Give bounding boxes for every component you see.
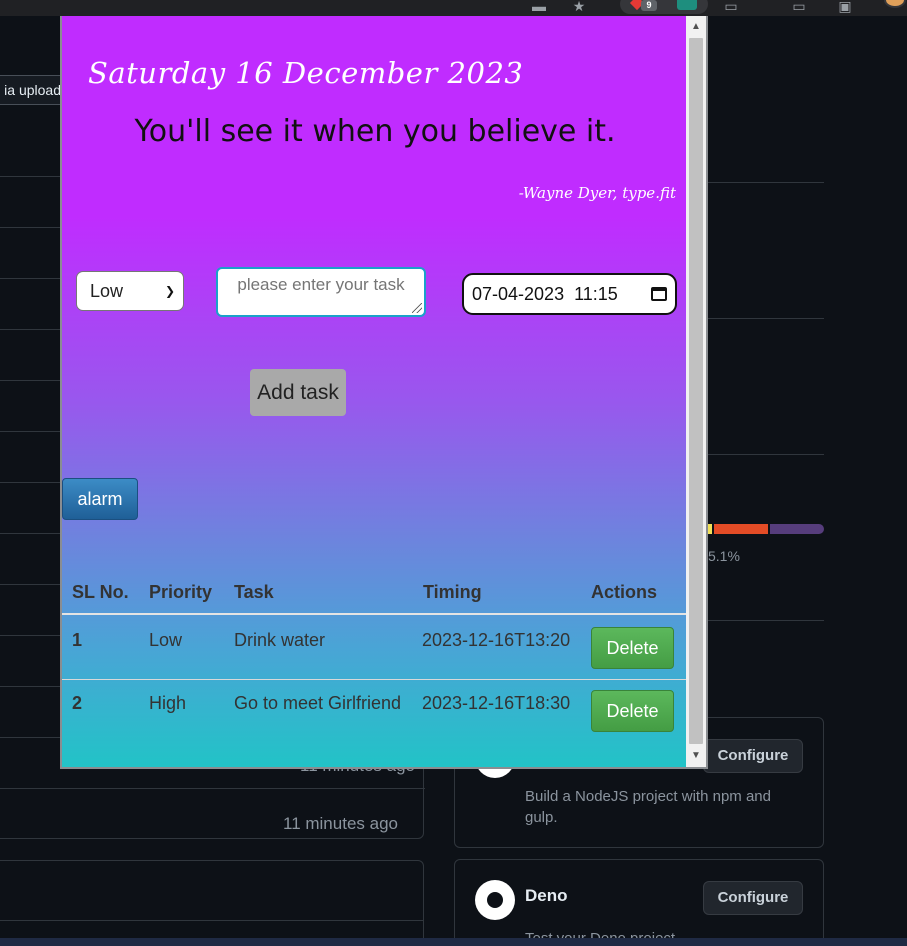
divider (708, 318, 824, 319)
row-divider (62, 679, 688, 680)
row-priority: Low (149, 630, 183, 650)
configure-button[interactable]: Configure (703, 739, 803, 773)
profile-avatar[interactable] (884, 0, 906, 8)
table-header-divider (62, 613, 688, 615)
column-header-timing: Timing (423, 582, 482, 602)
deno-logo-icon (475, 880, 515, 920)
priority-select-value: Low (90, 281, 124, 301)
language-bar (708, 524, 824, 534)
divider (708, 620, 824, 621)
delete-button[interactable]: Delete (591, 690, 674, 732)
tab-search-icon[interactable]: ▭ (722, 0, 740, 13)
extension-badge: 9 (641, 0, 657, 11)
row-timing: 2023-12-16T13:20 (422, 630, 571, 650)
task-input[interactable]: please enter your task (216, 267, 426, 317)
language-segment (714, 524, 768, 534)
scroll-thumb[interactable] (689, 38, 703, 744)
task-input-placeholder: please enter your task (237, 275, 405, 294)
date-heading: Saturday 16 December 2023 (88, 56, 524, 90)
column-header-priority: Priority (149, 582, 213, 602)
language-segment (770, 524, 824, 534)
divider (708, 454, 824, 455)
divider (708, 182, 824, 183)
scroll-down-icon[interactable]: ▼ (686, 747, 706, 765)
row-task: Drink water (234, 630, 326, 650)
chevron-down-icon: ❯ (164, 284, 175, 298)
tooltip-text: ia upload (4, 82, 61, 98)
datetime-input[interactable]: 07-04-2023 11:15 (462, 273, 677, 315)
window-icon[interactable]: ▭ (790, 0, 808, 13)
row-priority: High (149, 693, 187, 713)
popup-scrollbar[interactable]: ▲ ▼ (686, 16, 706, 767)
delete-button[interactable]: Delete (591, 627, 674, 669)
row-timing: 2023-12-16T18:30 (422, 693, 571, 713)
row-task: Go to meet Girlfriend (234, 693, 402, 713)
side-panel-icon[interactable]: ▣ (836, 0, 854, 13)
install-icon[interactable]: ▬ (528, 0, 550, 13)
card-title: Deno (525, 886, 568, 905)
add-task-button[interactable]: Add task (250, 369, 346, 416)
card-description: Build a NodeJS project with npm and gulp… (525, 788, 771, 826)
resize-handle-icon[interactable] (412, 303, 422, 313)
active-extension-icon[interactable] (677, 0, 697, 10)
scroll-up-icon[interactable]: ▲ (686, 18, 706, 36)
column-header-sl: SL No. (72, 582, 129, 602)
browser-toolbar: ▬ ★ 9 ▭ ▭ ▣ (0, 0, 907, 16)
row-sl: 1 (72, 630, 83, 650)
extension-popup: Saturday 16 December 2023 You'll see it … (60, 16, 708, 769)
quote-text: You'll see it when you believe it. (134, 114, 616, 149)
language-percent: 5.1% (708, 548, 740, 564)
divider (0, 788, 425, 789)
calendar-icon[interactable] (651, 287, 667, 301)
column-header-actions: Actions (591, 582, 658, 602)
readme-box (0, 860, 424, 946)
priority-select[interactable]: Low ❯ (76, 271, 184, 311)
configure-button[interactable]: Configure (703, 881, 803, 915)
os-taskbar (0, 938, 907, 946)
quote-author: -Wayne Dyer, type.fit (518, 184, 676, 202)
datetime-value: 07-04-2023 11:15 (472, 284, 618, 304)
divider (0, 920, 424, 921)
workflow-card: Deno Test your Deno project Configure (454, 859, 824, 946)
bookmark-star-icon[interactable]: ★ (568, 0, 590, 13)
row-sl: 2 (72, 693, 83, 713)
alarm-button[interactable]: alarm (62, 478, 138, 520)
commit-time: 11 minutes ago (283, 814, 398, 833)
column-header-task: Task (234, 582, 274, 602)
